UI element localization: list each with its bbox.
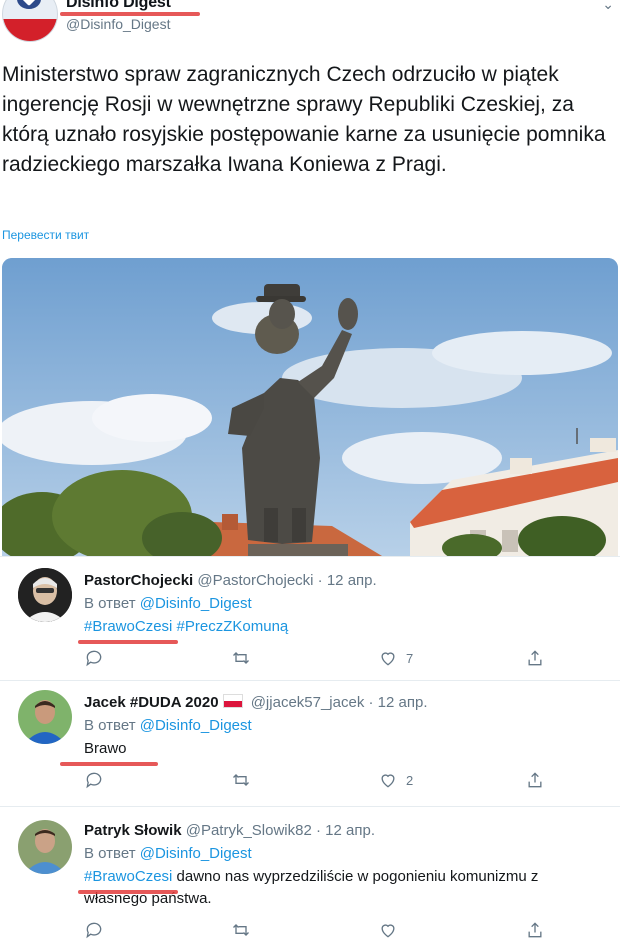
chevron-down-icon[interactable]: ⌄	[602, 0, 614, 13]
reply-text: Brawo	[84, 740, 127, 757]
tweet-photo[interactable]	[2, 258, 618, 556]
reply-to-mention[interactable]: @Disinfo_Digest	[140, 717, 252, 734]
reply-date[interactable]: 12 апр.	[378, 694, 428, 711]
reply-to-prefix: В ответ	[84, 845, 140, 862]
hashtag-link[interactable]: #BrawoCzesi	[84, 868, 172, 885]
dot-separator: ·	[311, 822, 326, 839]
highlight-underline	[60, 12, 200, 16]
author-avatar[interactable]	[2, 0, 58, 42]
reply-author-handle[interactable]: @jjacek57_jacek	[251, 694, 365, 711]
author-name[interactable]: Disinfo Digest	[66, 0, 171, 12]
heart-icon	[381, 774, 395, 788]
like-count: 2	[406, 772, 414, 788]
share-button[interactable]	[525, 648, 545, 668]
share-icon	[528, 650, 542, 666]
reply-button[interactable]	[84, 648, 104, 668]
reply-actions: 7	[84, 648, 554, 670]
share-icon	[528, 772, 542, 788]
retweet-icon	[233, 652, 249, 664]
reply-author-name[interactable]: Patryk Słowik	[84, 822, 182, 839]
comment-icon	[86, 772, 102, 789]
highlight-underline	[60, 762, 158, 766]
reply-author[interactable]: Patryk Słowik @Patryk_Slowik82 · 12 апр.	[84, 822, 375, 839]
translate-tweet-link[interactable]: Перевести твит	[2, 228, 89, 242]
reply-to: В ответ @Disinfo_Digest	[84, 717, 252, 734]
reply-author-handle[interactable]: @Patryk_Slowik82	[186, 822, 312, 839]
reply-to-prefix: В ответ	[84, 717, 140, 734]
avatar[interactable]	[18, 690, 72, 744]
like-count: 7	[406, 650, 414, 666]
reply-to-mention[interactable]: @Disinfo_Digest	[140, 845, 252, 862]
avatar[interactable]	[18, 820, 72, 874]
dot-separator: ·	[364, 694, 378, 711]
share-button[interactable]	[525, 770, 545, 790]
reply-button[interactable]	[84, 770, 104, 790]
heart-icon	[381, 924, 395, 938]
reply-author-handle[interactable]: @PastorChojecki	[197, 572, 313, 589]
retweet-button[interactable]	[231, 770, 251, 790]
poland-flag-icon	[222, 694, 243, 708]
avatar[interactable]	[18, 568, 72, 622]
reply-actions: 2	[84, 770, 554, 792]
reply-to: В ответ @Disinfo_Digest	[84, 595, 252, 612]
share-icon	[528, 922, 542, 938]
comment-icon	[86, 650, 102, 667]
hashtag-link[interactable]: #PreczZKomuną	[177, 618, 289, 635]
like-button[interactable]	[378, 920, 398, 940]
reply-to-mention[interactable]: @Disinfo_Digest	[140, 595, 252, 612]
reply-to: В ответ @Disinfo_Digest	[84, 845, 252, 862]
reply-author-name[interactable]: Jacek #DUDA 2020	[84, 694, 219, 711]
heart-icon	[381, 652, 395, 666]
author-handle[interactable]: @Disinfo_Digest	[66, 16, 170, 32]
divider	[0, 806, 620, 807]
reply-to-prefix: В ответ	[84, 595, 140, 612]
share-button[interactable]	[525, 920, 545, 940]
divider	[0, 556, 620, 557]
reply-author[interactable]: Jacek #DUDA 2020 @jjacek57_jacek · 12 ап…	[84, 694, 428, 711]
retweet-button[interactable]	[231, 648, 251, 668]
like-button[interactable]: 7	[378, 648, 413, 668]
divider	[0, 680, 620, 681]
tweet-text: Ministerstwo spraw zagranicznych Czech o…	[2, 63, 606, 176]
dot-separator: ·	[313, 572, 327, 589]
retweet-icon	[233, 774, 249, 786]
reply-date[interactable]: 12 апр.	[325, 822, 375, 839]
hashtag-link[interactable]: #BrawoCzesi	[84, 618, 172, 635]
reply-author[interactable]: PastorChojecki @PastorChojecki · 12 апр.	[84, 572, 377, 589]
highlight-underline	[78, 890, 178, 894]
reply-text: #BrawoCzesi #PreczZKomuną	[84, 616, 604, 638]
like-button[interactable]: 2	[378, 770, 413, 790]
reply-text: #BrawoCzesi dawno nas wyprzedziliście w …	[84, 866, 604, 910]
reply-actions	[84, 920, 554, 942]
highlight-underline	[78, 640, 178, 644]
comment-icon	[86, 922, 102, 939]
reply-button[interactable]	[84, 920, 104, 940]
retweet-button[interactable]	[231, 920, 251, 940]
retweet-icon	[233, 924, 249, 936]
reply-date[interactable]: 12 апр.	[327, 572, 377, 589]
reply-author-name[interactable]: PastorChojecki	[84, 572, 193, 589]
